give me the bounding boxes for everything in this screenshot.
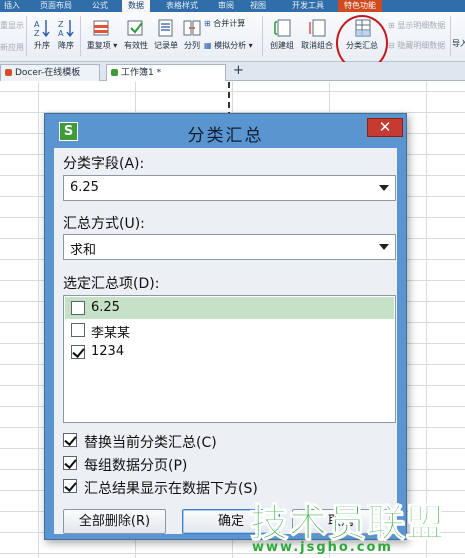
item-checkbox[interactable]	[71, 323, 85, 337]
split-column-button[interactable]: 分列	[181, 18, 203, 51]
items-listbox[interactable]: 6.25 李某某 1234	[63, 295, 396, 423]
page-break-checkbox[interactable]	[63, 456, 77, 470]
split-column-icon	[183, 20, 201, 36]
item-checkbox[interactable]	[71, 345, 85, 359]
field-select[interactable]: 6.25	[63, 175, 396, 201]
method-select-value: 求和	[70, 243, 97, 258]
list-item[interactable]: 李某某	[65, 319, 394, 341]
hide-detail-button[interactable]: ⊟ 隐藏明细数据	[388, 40, 445, 51]
sort-asc-icon: A Z	[34, 20, 50, 38]
ungroup-icon	[309, 19, 326, 37]
menu-tab-insert[interactable]: 插入	[4, 0, 20, 12]
duplicates-button[interactable]: 重复项 ▾	[84, 18, 120, 51]
doc-tab-workbook[interactable]: 工作簿1 *	[106, 64, 226, 81]
sort-desc-button[interactable]: Z A 降序	[54, 18, 78, 51]
dialog-titlebar[interactable]: S 分类汇总 ✕	[45, 114, 406, 148]
create-group-icon	[274, 19, 291, 37]
ribbon-toolbar: 重显示 新应用 A Z 升序 Z A 降序 重复项 ▾ 有效性 记录单 分列 ⊞…	[0, 12, 465, 71]
field-select-value: 6.25	[70, 180, 99, 195]
page-break-option[interactable]: 每组数据分页(P)	[63, 454, 323, 474]
dialog-body: 分类字段(A): 6.25 汇总方式(U): 求和 选定汇总项(D): 6.25…	[54, 148, 397, 534]
record-form-button[interactable]: 记录单	[152, 18, 180, 51]
close-button[interactable]: ✕	[367, 118, 403, 137]
validity-icon	[127, 20, 143, 36]
remove-all-button[interactable]: 全部删除(R)	[63, 509, 166, 534]
replace-current-option[interactable]: 替换当前分类汇总(C)	[63, 431, 323, 451]
watermark-url: www.jsgho.com	[252, 540, 393, 555]
show-detail-icon: ⊞	[388, 21, 395, 30]
list-item[interactable]: 6.25	[65, 297, 394, 319]
field-label: 分类字段(A):	[63, 156, 145, 172]
chevron-down-icon	[379, 244, 389, 250]
reapply-fragment-1[interactable]: 重显示	[0, 20, 24, 31]
menu-tab-developer[interactable]: 开发工具	[292, 0, 324, 12]
svg-text:A: A	[58, 29, 64, 38]
menu-tab-formula[interactable]: 公式	[92, 0, 108, 12]
ungroup-button[interactable]: 取消组合	[298, 18, 336, 51]
consolidate-button[interactable]: ⊞ 合并计算	[204, 18, 245, 29]
hide-detail-icon: ⊟	[388, 41, 395, 50]
what-if-button[interactable]: ▦ 模拟分析 ▾	[204, 40, 253, 51]
ribbon-menu-bar: 插入 页面布局 公式 数据 表格样式 审阅 视图 开发工具 特色功能	[0, 0, 465, 12]
show-detail-button[interactable]: ⊞ 显示明细数据	[388, 20, 445, 31]
svg-text:Z: Z	[58, 20, 64, 29]
sort-asc-button[interactable]: A Z 升序	[30, 18, 54, 51]
menu-tab-page-layout[interactable]: 页面布局	[40, 0, 72, 12]
summary-below-checkbox[interactable]	[63, 479, 77, 493]
import-button[interactable]: 导入	[452, 38, 465, 49]
dialog-title: 分类汇总	[187, 126, 264, 146]
what-if-icon: ▦	[204, 41, 212, 50]
watermark-title: 技术员联盟	[249, 501, 446, 546]
docer-icon	[5, 69, 12, 76]
list-item[interactable]: 1234	[65, 341, 394, 363]
menu-tab-special[interactable]: 特色功能	[338, 0, 382, 12]
spreadsheet-icon	[111, 69, 118, 76]
method-select[interactable]: 求和	[63, 234, 396, 260]
subtotal-dialog: S 分类汇总 ✕ 分类字段(A): 6.25 汇总方式(U): 求和 选定汇总项…	[44, 113, 407, 540]
item-checkbox[interactable]	[71, 301, 85, 315]
document-tab-bar: Docer-在线模板 工作簿1 * +	[0, 62, 465, 81]
validity-button[interactable]: 有效性	[122, 18, 150, 51]
menu-tab-data[interactable]: 数据	[122, 0, 150, 12]
site-watermark: 技术员联盟 www.jsgho.com	[240, 492, 465, 558]
sort-desc-icon: Z A	[58, 20, 74, 38]
reapply-fragment-2[interactable]: 新应用	[0, 42, 24, 53]
consolidate-icon: ⊞	[204, 19, 211, 28]
chevron-down-icon	[379, 185, 389, 191]
method-label: 汇总方式(U):	[63, 216, 145, 232]
menu-tab-table-style[interactable]: 表格样式	[166, 0, 198, 12]
add-tab-icon[interactable]: +	[233, 63, 244, 78]
svg-text:Z: Z	[34, 29, 40, 38]
svg-text:A: A	[34, 20, 40, 29]
doc-tab-docer[interactable]: Docer-在线模板	[0, 64, 100, 81]
menu-tab-review[interactable]: 审阅	[218, 0, 234, 12]
record-form-icon	[158, 19, 173, 37]
replace-current-checkbox[interactable]	[63, 433, 77, 447]
duplicates-icon	[93, 20, 109, 36]
create-group-button[interactable]: 创建组	[266, 18, 298, 51]
items-label: 选定汇总项(D):	[63, 276, 160, 292]
menu-tab-view[interactable]: 视图	[250, 0, 266, 12]
